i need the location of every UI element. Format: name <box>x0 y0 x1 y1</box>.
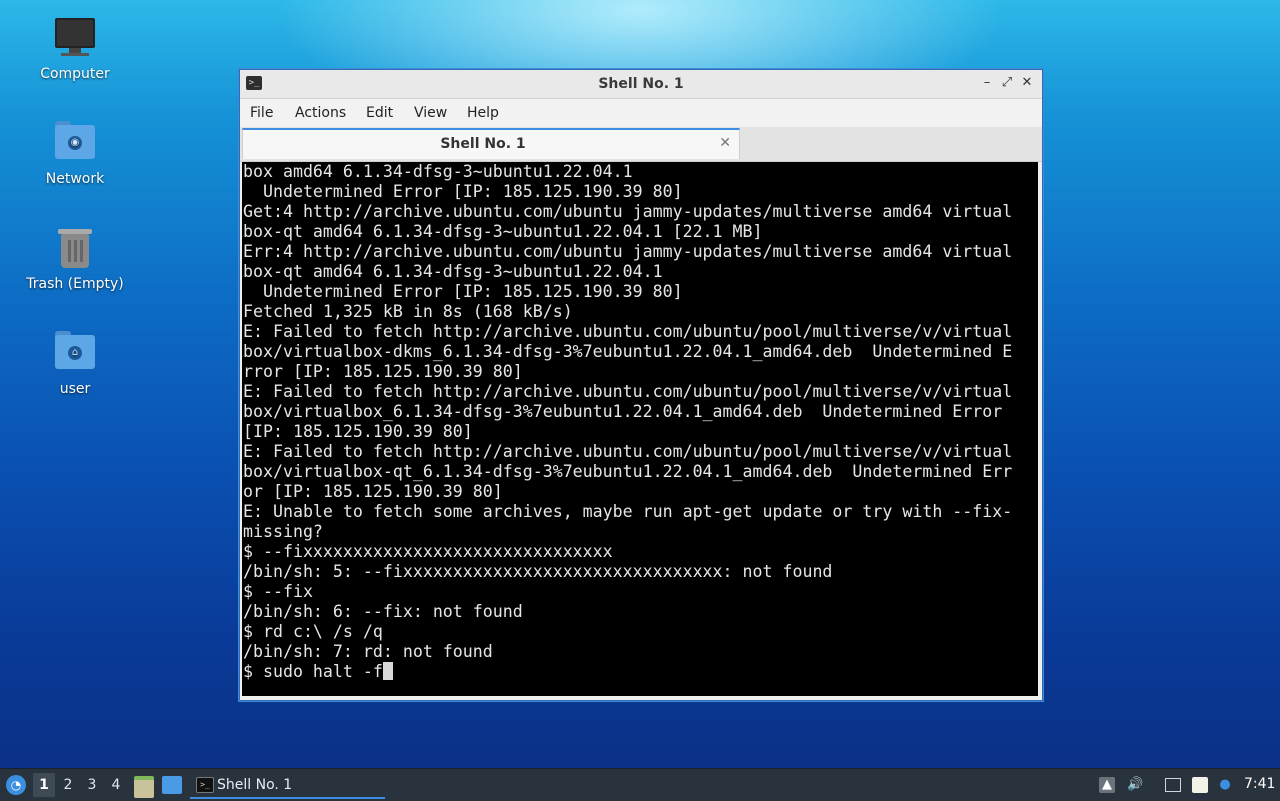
terminal-line: $ rd c:\ /s /q <box>243 622 383 641</box>
file-manager-icon[interactable] <box>134 776 154 798</box>
menu-edit[interactable]: Edit <box>366 105 393 121</box>
terminal-line: or [IP: 185.125.190.39 80] <box>243 482 503 501</box>
computer-icon <box>53 16 97 60</box>
terminal-line: Err:4 http://archive.ubuntu.com/ubuntu j… <box>243 242 1013 261</box>
taskbar-task-shell[interactable]: >_ Shell No. 1 <box>190 771 385 799</box>
tab-shell-1[interactable]: Shell No. 1 ✕ <box>242 128 740 159</box>
workspace-2[interactable]: 2 <box>57 773 79 797</box>
terminal-line: Undetermined Error [IP: 185.125.190.39 8… <box>243 282 683 301</box>
terminal-cursor <box>382 662 393 680</box>
terminal-line: E: Failed to fetch http://archive.ubuntu… <box>243 382 1013 401</box>
menu-actions[interactable]: Actions <box>295 105 346 121</box>
volume-icon[interactable]: 🔊 <box>1127 777 1143 793</box>
menu-file[interactable]: File <box>250 105 273 121</box>
menu-help[interactable]: Help <box>467 105 499 121</box>
clipboard-icon[interactable] <box>1192 777 1208 793</box>
terminal-line: Get:4 http://archive.ubuntu.com/ubuntu j… <box>243 202 1013 221</box>
terminal-line: box/virtualbox_6.1.34-dfsg-3%7eubuntu1.2… <box>243 402 1003 421</box>
terminal-line: /bin/sh: 5: --fixxxxxxxxxxxxxxxxxxxxxxxx… <box>243 562 833 581</box>
desktop-icon-label: Trash (Empty) <box>26 276 124 292</box>
terminal-line: $ --fixxxxxxxxxxxxxxxxxxxxxxxxxxxxxxx <box>243 542 613 561</box>
desktop-icon-label: Network <box>45 171 105 187</box>
terminal-line: $ --fix <box>243 582 313 601</box>
maximize-button[interactable]: ⤢ <box>998 74 1016 92</box>
terminal-line: rror [IP: 185.125.190.39 80] <box>243 362 523 381</box>
terminal-line: /bin/sh: 7: rd: not found <box>243 642 493 661</box>
terminal-line: box-qt amd64 6.1.34-dfsg-3~ubuntu1.22.04… <box>243 222 763 241</box>
menu-view[interactable]: View <box>414 105 447 121</box>
terminal-line: Undetermined Error [IP: 185.125.190.39 8… <box>243 182 683 201</box>
updates-icon[interactable]: ▲ <box>1099 777 1115 793</box>
workspace-4[interactable]: 4 <box>105 773 127 797</box>
terminal-line: Fetched 1,325 kB in 8s (168 kB/s) <box>243 302 573 321</box>
desktop-icon-label: Computer <box>40 66 110 82</box>
desktop-icon-user[interactable]: ⌂ user <box>24 331 126 397</box>
terminal-window: >_ Shell No. 1 – ⤢ ✕ File Actions Edit V… <box>239 69 1043 701</box>
desktop-icon-label: user <box>59 381 91 397</box>
tab-label: Shell No. 1 <box>440 136 526 152</box>
terminal-icon: >_ <box>196 777 214 793</box>
notification-icon[interactable]: ● <box>1217 777 1233 793</box>
desktop-icon-network[interactable]: ◉ Network <box>24 121 126 187</box>
workspace-3[interactable]: 3 <box>81 773 103 797</box>
terminal-line: box/virtualbox-dkms_6.1.34-dfsg-3%7eubun… <box>243 342 1013 361</box>
start-menu-icon[interactable]: ◔ <box>6 775 26 795</box>
desktop-icon-trash[interactable]: Trash (Empty) <box>24 226 126 292</box>
show-desktop-icon[interactable] <box>162 776 182 794</box>
terminal-line: box/virtualbox-qt_6.1.34-dfsg-3%7eubuntu… <box>243 462 1013 481</box>
trash-icon <box>53 226 97 270</box>
window-title: Shell No. 1 <box>598 76 684 92</box>
terminal-line: box-qt amd64 6.1.34-dfsg-3~ubuntu1.22.04… <box>243 262 663 281</box>
terminal-line: missing? <box>243 522 323 541</box>
clock[interactable]: 7:41 <box>1244 776 1275 792</box>
workspace-1[interactable]: 1 <box>33 773 55 797</box>
menu-bar: File Actions Edit View Help <box>240 99 1042 127</box>
home-folder-icon: ⌂ <box>53 331 97 375</box>
terminal-line: E: Failed to fetch http://archive.ubuntu… <box>243 322 1013 341</box>
network-folder-icon: ◉ <box>53 121 97 165</box>
minimize-button[interactable]: – <box>978 74 996 92</box>
terminal-text: box amd64 6.1.34-dfsg-3~ubuntu1.22.04.1 … <box>243 162 1012 682</box>
terminal-output[interactable]: box amd64 6.1.34-dfsg-3~ubuntu1.22.04.1 … <box>242 162 1038 696</box>
desktop-icon-computer[interactable]: Computer <box>24 16 126 82</box>
window-titlebar[interactable]: >_ Shell No. 1 – ⤢ ✕ <box>240 70 1042 99</box>
terminal-line: E: Unable to fetch some archives, maybe … <box>243 502 1013 521</box>
terminal-line: [IP: 185.125.190.39 80] <box>243 422 473 441</box>
close-button[interactable]: ✕ <box>1018 74 1036 92</box>
terminal-line: /bin/sh: 6: --fix: not found <box>243 602 523 621</box>
taskbar: ◔ 1 2 3 4 >_ Shell No. 1 ▲ 🔊 ● 7:41 <box>0 768 1280 801</box>
terminal-prompt-line: $ sudo halt -f <box>243 662 1012 682</box>
network-icon[interactable] <box>1165 778 1181 792</box>
terminal-line: E: Failed to fetch http://archive.ubuntu… <box>243 442 1013 461</box>
taskbar-task-label: Shell No. 1 <box>217 777 293 793</box>
tab-close-icon[interactable]: ✕ <box>719 135 731 151</box>
tab-bar: Shell No. 1 ✕ <box>240 127 1042 162</box>
terminal-line: box amd64 6.1.34-dfsg-3~ubuntu1.22.04.1 <box>243 162 633 181</box>
prompt-text: $ sudo halt -f <box>243 662 383 681</box>
